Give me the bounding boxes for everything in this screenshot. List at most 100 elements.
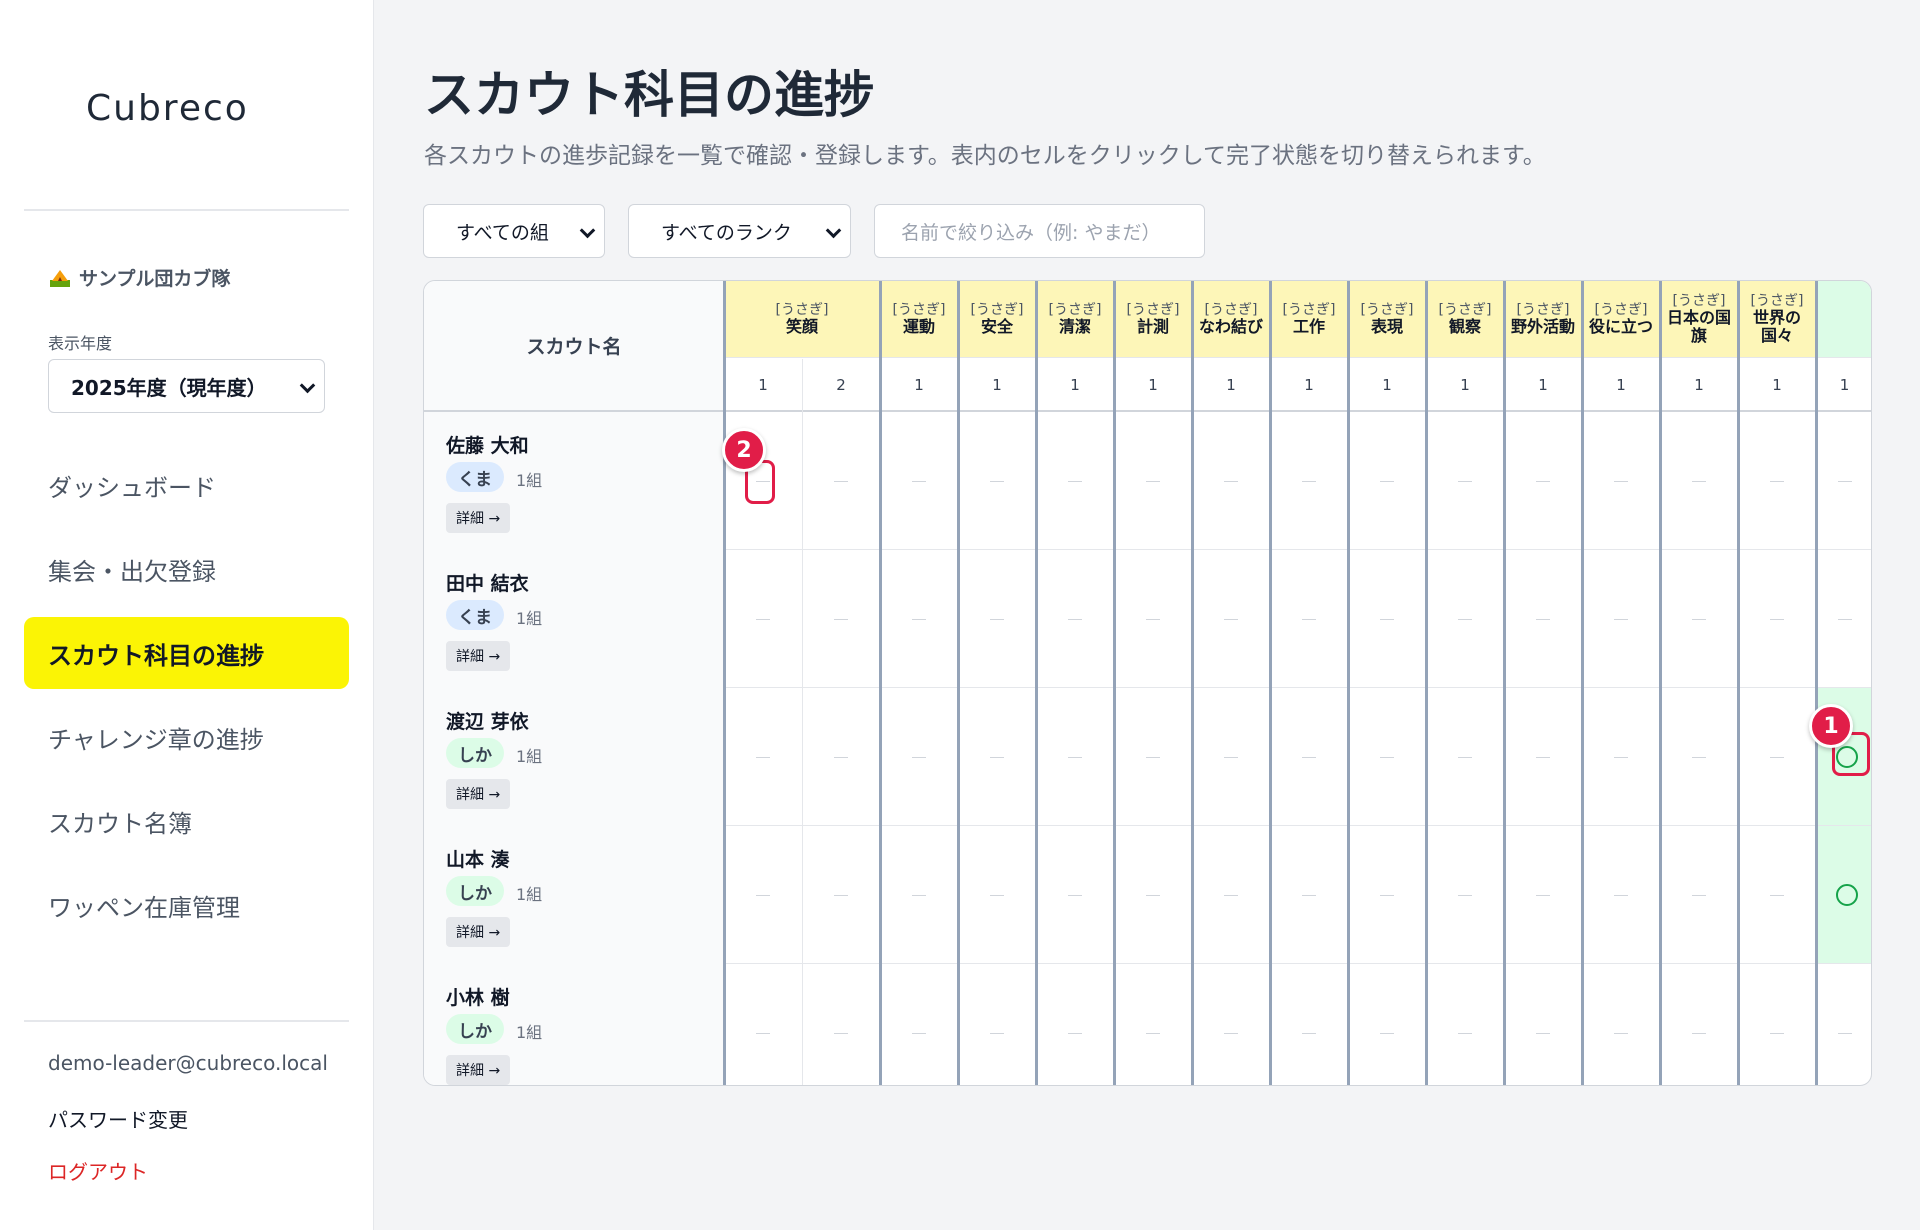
progress-cell[interactable] — [1504, 550, 1582, 688]
progress-cell[interactable] — [802, 826, 880, 964]
progress-cell[interactable] — [802, 688, 880, 826]
detail-button[interactable]: 詳細 → — [446, 917, 511, 947]
progress-cell[interactable] — [1660, 550, 1738, 688]
progress-cell[interactable] — [1504, 826, 1582, 964]
progress-cell[interactable] — [1504, 688, 1582, 826]
progress-cell[interactable] — [1192, 964, 1270, 1085]
nav-label: ダッシュボード — [48, 473, 216, 502]
detail-button[interactable]: 詳細 → — [446, 1055, 511, 1085]
subject-rank: [うさぎ] — [1360, 301, 1414, 318]
nav-dashboard[interactable]: ダッシュボード — [24, 449, 349, 521]
nav-subject-progress[interactable]: スカウト科目の進捗 — [24, 617, 349, 689]
progress-cell[interactable] — [880, 964, 958, 1085]
progress-cell[interactable] — [1270, 412, 1348, 550]
nav-patch-inventory[interactable]: ワッペン在庫管理 — [24, 869, 349, 941]
progress-cell[interactable] — [1192, 688, 1270, 826]
progress-cell[interactable] — [1504, 964, 1582, 1085]
progress-cell[interactable] — [1114, 412, 1192, 550]
progress-cell[interactable] — [1036, 412, 1114, 550]
progress-cell[interactable] — [1348, 550, 1426, 688]
logout-link[interactable]: ログアウト — [48, 1156, 148, 1185]
detail-button[interactable]: 詳細 → — [446, 503, 511, 533]
progress-cell[interactable] — [1738, 826, 1816, 964]
progress-cell[interactable] — [1036, 964, 1114, 1085]
progress-cell[interactable] — [1816, 412, 1871, 550]
progress-cell[interactable] — [1582, 550, 1660, 688]
empty-dash-icon — [756, 757, 770, 758]
app-logo[interactable]: Cubreco — [86, 88, 249, 129]
progress-cell[interactable] — [802, 550, 880, 688]
progress-cell[interactable] — [724, 688, 802, 826]
progress-cell[interactable] — [1426, 964, 1504, 1085]
rank-filter-select[interactable]: すべてのランク — [628, 204, 851, 258]
nav-meeting-attendance[interactable]: 集会・出欠登録 — [24, 533, 349, 605]
progress-cell[interactable] — [1660, 964, 1738, 1085]
detail-button[interactable]: 詳細 → — [446, 641, 511, 671]
progress-cell[interactable] — [1660, 688, 1738, 826]
progress-cell[interactable] — [1816, 826, 1871, 964]
progress-cell[interactable] — [1270, 826, 1348, 964]
empty-dash-icon — [1770, 1033, 1784, 1034]
detail-button[interactable]: 詳細 → — [446, 779, 511, 809]
progress-cell[interactable] — [880, 826, 958, 964]
progress-cell[interactable] — [1582, 964, 1660, 1085]
progress-cell[interactable] — [724, 964, 802, 1085]
progress-cell[interactable] — [880, 550, 958, 688]
progress-cell[interactable] — [1114, 964, 1192, 1085]
progress-cell[interactable] — [1348, 412, 1426, 550]
progress-cell[interactable] — [1504, 412, 1582, 550]
progress-cell[interactable] — [880, 688, 958, 826]
empty-dash-icon — [1302, 481, 1316, 482]
progress-cell[interactable] — [802, 412, 880, 550]
progress-cell[interactable] — [1192, 550, 1270, 688]
scout-cell: 佐藤 大和 くま 1組 詳細 → — [424, 412, 724, 550]
progress-cell[interactable] — [1114, 688, 1192, 826]
progress-cell[interactable] — [958, 550, 1036, 688]
progress-cell[interactable] — [1816, 964, 1871, 1085]
progress-cell[interactable] — [724, 550, 802, 688]
nav-challenge-progress[interactable]: チャレンジ章の進捗 — [24, 701, 349, 773]
progress-cell[interactable] — [1582, 688, 1660, 826]
progress-cell[interactable] — [1114, 826, 1192, 964]
progress-cell[interactable] — [880, 412, 958, 550]
progress-cell[interactable] — [1348, 826, 1426, 964]
progress-cell[interactable] — [1348, 964, 1426, 1085]
progress-cell[interactable] — [1738, 412, 1816, 550]
progress-cell[interactable] — [1270, 550, 1348, 688]
progress-cell[interactable] — [1426, 550, 1504, 688]
progress-cell[interactable] — [1660, 412, 1738, 550]
progress-cell[interactable] — [1582, 412, 1660, 550]
progress-cell[interactable] — [958, 964, 1036, 1085]
progress-cell[interactable] — [1036, 688, 1114, 826]
progress-cell[interactable] — [1192, 826, 1270, 964]
scout-name: 渡辺 芽依 — [446, 711, 529, 733]
progress-cell[interactable] — [1270, 964, 1348, 1085]
progress-cell[interactable] — [958, 688, 1036, 826]
progress-cell[interactable] — [1036, 550, 1114, 688]
progress-cell[interactable] — [1426, 412, 1504, 550]
progress-cell[interactable] — [1816, 550, 1871, 688]
progress-cell[interactable] — [1114, 550, 1192, 688]
progress-cell[interactable] — [1738, 964, 1816, 1085]
progress-cell[interactable] — [1426, 688, 1504, 826]
progress-cell[interactable] — [1660, 826, 1738, 964]
progress-cell[interactable] — [1738, 688, 1816, 826]
progress-cell[interactable] — [1426, 826, 1504, 964]
column-divider — [1191, 281, 1194, 1085]
nav-scout-roster[interactable]: スカウト名簿 — [24, 785, 349, 857]
empty-dash-icon — [834, 619, 848, 620]
password-change-link[interactable]: パスワード変更 — [48, 1104, 188, 1133]
name-filter-input[interactable]: 名前で絞り込み（例: やまだ） — [874, 204, 1205, 258]
progress-cell[interactable] — [1192, 412, 1270, 550]
year-select[interactable]: 2025年度（現年度） — [48, 359, 325, 413]
progress-cell[interactable] — [802, 964, 880, 1085]
progress-cell[interactable] — [724, 826, 802, 964]
group-filter-select[interactable]: すべての組 — [423, 204, 605, 258]
progress-cell[interactable] — [958, 412, 1036, 550]
progress-cell[interactable] — [958, 826, 1036, 964]
progress-cell[interactable] — [1582, 826, 1660, 964]
progress-cell[interactable] — [1738, 550, 1816, 688]
progress-cell[interactable] — [1348, 688, 1426, 826]
progress-cell[interactable] — [1270, 688, 1348, 826]
progress-cell[interactable] — [1036, 826, 1114, 964]
